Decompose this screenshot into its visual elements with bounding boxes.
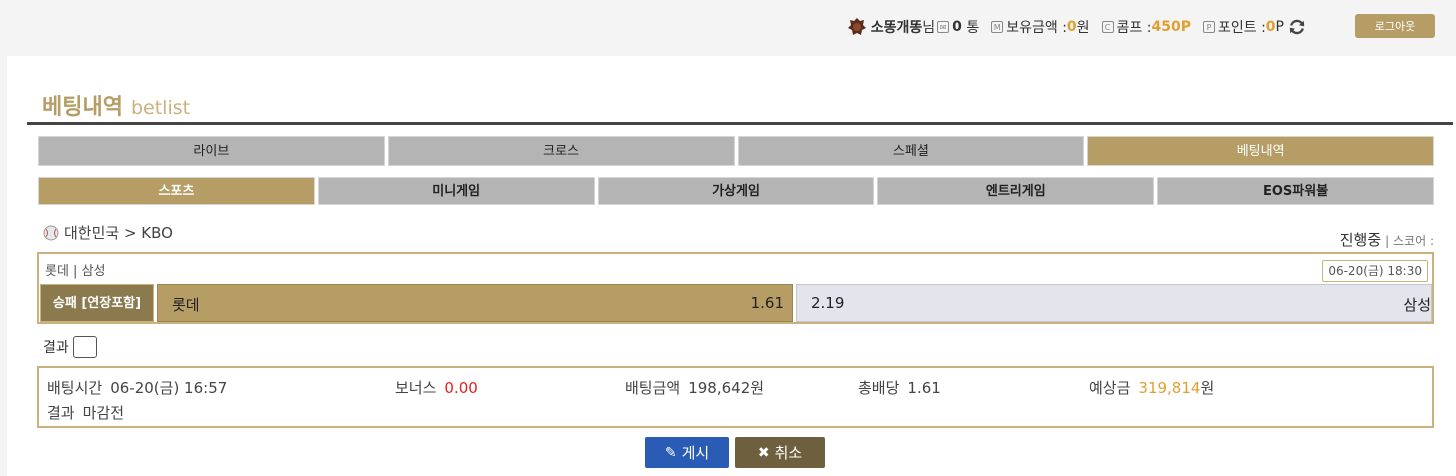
top-bar: 소똥개똥 님 ✉ 0 통 M 보유금액 : 0원 C 콤프 : 450 P P 포인… bbox=[0, 0, 1456, 56]
comp-value: 450 bbox=[1151, 19, 1181, 35]
bet-expected-unit: 원 bbox=[1200, 379, 1215, 397]
username-suffix: 님 bbox=[922, 20, 936, 36]
bet-amount-value: 198,642원 bbox=[688, 379, 765, 397]
tab-sports[interactable]: 스포츠 bbox=[38, 177, 315, 205]
match-teams: 롯데 | 삼성 bbox=[45, 264, 106, 279]
home-odds: 1.61 bbox=[750, 294, 784, 312]
bet-result-label: 결과 bbox=[47, 404, 75, 422]
bet-total-odds-value: 1.61 bbox=[907, 379, 941, 397]
match-card: 롯데 | 삼성 06-20(금) 18:30 승패 [연장포함] 롯데 1.61… bbox=[37, 252, 1434, 324]
tab-betlist[interactable]: 베팅내역 bbox=[1087, 136, 1434, 166]
tab-minigame[interactable]: 미니게임 bbox=[317, 177, 595, 205]
away-odds: 2.19 bbox=[811, 294, 845, 312]
tab-entry[interactable]: 엔트리게임 bbox=[877, 177, 1155, 205]
point-icon: P bbox=[1202, 21, 1215, 33]
balance-unit: 원 bbox=[1076, 20, 1090, 36]
bet-amount: 배팅금액 198,642원 bbox=[625, 377, 764, 398]
page-title: 베팅내역 betlist bbox=[42, 89, 190, 121]
bet-bonus: 보너스 0.00 bbox=[395, 377, 478, 398]
bet-total-odds: 총배당 1.61 bbox=[858, 377, 941, 398]
messages[interactable]: ✉ 0 통 bbox=[937, 17, 979, 37]
result-row: 결과 bbox=[43, 336, 97, 358]
comp-unit: P bbox=[1180, 19, 1191, 35]
tab-cross[interactable]: 크로스 bbox=[387, 136, 735, 166]
bet-bonus-label: 보너스 bbox=[395, 379, 437, 397]
title-divider bbox=[27, 122, 1453, 125]
refresh-icon[interactable] bbox=[1288, 18, 1306, 36]
tab-special[interactable]: 스페셜 bbox=[737, 136, 1085, 166]
post-label: 게시 bbox=[681, 444, 710, 462]
user-info: 소똥개똥 님 ✉ 0 통 M 보유금액 : 0원 C 콤프 : 450 P P 포인… bbox=[847, 17, 1306, 37]
bet-expected: 예상금 319,814원 bbox=[1089, 377, 1214, 398]
score-label: | 스코어 : bbox=[1385, 234, 1434, 248]
comp: C 콤프 : 450 P bbox=[1101, 17, 1191, 37]
page-subtitle: betlist bbox=[130, 97, 191, 119]
away-pick[interactable]: 2.19 삼성 bbox=[796, 284, 1432, 322]
baseball-icon bbox=[43, 225, 59, 240]
bet-time-value: 06-20(금) 16:57 bbox=[110, 379, 228, 397]
tab-eos-powerball[interactable]: EOS파워볼 bbox=[1157, 177, 1434, 205]
comp-label: 콤프 : bbox=[1116, 20, 1152, 36]
bet-amount-label: 배팅금액 bbox=[625, 379, 681, 397]
logout-button[interactable]: 로그아웃 bbox=[1355, 14, 1435, 38]
close-icon: ✖ bbox=[757, 444, 770, 461]
bet-time: 배팅시간 06-20(금) 16:57 bbox=[47, 377, 227, 398]
cancel-button[interactable]: ✖ 취소 bbox=[735, 437, 825, 468]
home-pick[interactable]: 롯데 1.61 bbox=[157, 284, 793, 322]
page-title-text: 베팅내역 bbox=[42, 95, 123, 120]
home-team: 롯데 bbox=[172, 296, 200, 314]
bet-result-value: 마감전 bbox=[82, 404, 125, 422]
tab-virtual[interactable]: 가상게임 bbox=[597, 177, 875, 205]
league-path: 대한민국 > KBO bbox=[64, 224, 173, 242]
bet-summary: 배팅시간 06-20(금) 16:57 보너스 0.00 배팅금액 198,642원 … bbox=[37, 366, 1434, 428]
cancel-label: 취소 bbox=[774, 444, 803, 462]
away-team: 삼성 bbox=[1403, 296, 1431, 314]
main-tabs: 라이브 크로스 스페셜 베팅내역 bbox=[38, 136, 1434, 166]
result-checkbox[interactable] bbox=[72, 336, 97, 358]
bet-expected-value: 319,814 bbox=[1138, 379, 1201, 397]
match-status: 진행중 | 스코어 : bbox=[1340, 229, 1434, 250]
comp-icon: C bbox=[1101, 21, 1114, 33]
bet-result: 결과 마감전 bbox=[47, 402, 124, 423]
market-label: 승패 [연장포함] bbox=[40, 284, 154, 322]
post-button[interactable]: ✎ 게시 bbox=[645, 437, 729, 468]
bet-time-label: 배팅시간 bbox=[47, 379, 103, 397]
bet-total-odds-label: 총배당 bbox=[858, 379, 900, 397]
point-value: 0 bbox=[1265, 19, 1276, 35]
match-datetime: 06-20(금) 18:30 bbox=[1322, 260, 1428, 282]
messages-count: 0 bbox=[952, 19, 962, 35]
point-label: 포인트 : bbox=[1217, 20, 1266, 36]
wallet-icon: M bbox=[991, 21, 1004, 33]
balance-value: 0 bbox=[1066, 19, 1077, 35]
messages-unit: 통 bbox=[966, 20, 980, 36]
status-state: 진행중 bbox=[1339, 231, 1382, 249]
username: 소똥개똥 bbox=[870, 20, 923, 36]
bet-expected-label: 예상금 bbox=[1089, 379, 1131, 397]
tab-live[interactable]: 라이브 bbox=[38, 136, 385, 166]
point-unit: P bbox=[1275, 19, 1284, 35]
mail-icon: ✉ bbox=[937, 21, 950, 33]
point: P 포인트 : 0P bbox=[1202, 17, 1284, 37]
result-label: 결과 bbox=[43, 340, 69, 356]
pencil-icon: ✎ bbox=[664, 444, 677, 461]
league-breadcrumb: 대한민국 > KBO bbox=[43, 222, 173, 243]
balance: M 보유금액 : 0원 bbox=[991, 17, 1090, 37]
balance-label: 보유금액 : bbox=[1006, 20, 1067, 36]
bet-bonus-value: 0.00 bbox=[444, 379, 478, 397]
user-crest-icon bbox=[847, 18, 866, 35]
sub-tabs: 스포츠 미니게임 가상게임 엔트리게임 EOS파워볼 bbox=[38, 177, 1434, 205]
main-panel: 베팅내역 betlist 라이브 크로스 스페셜 베팅내역 스포츠 미니게임 가… bbox=[7, 56, 1456, 476]
